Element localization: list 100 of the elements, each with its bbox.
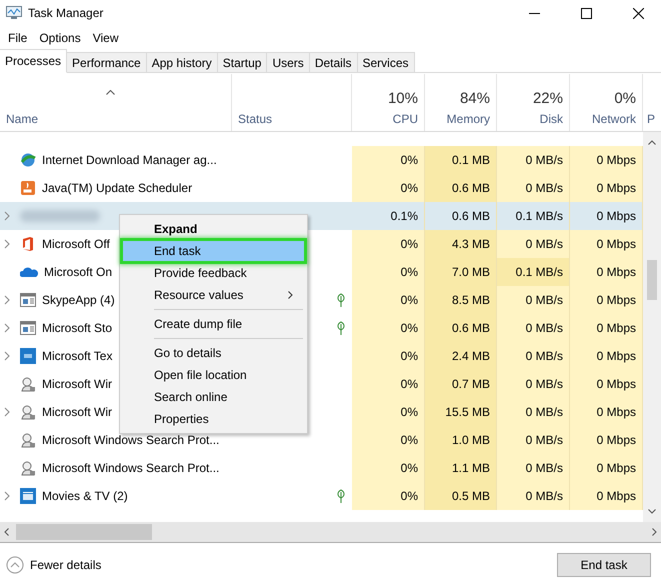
scrollbar-thumb[interactable] (16, 524, 152, 540)
table-cell: 0 MB/s (497, 342, 570, 370)
collapse-circle-icon (6, 556, 24, 574)
menu-item[interactable]: Provide feedback (122, 262, 305, 284)
table-cell: 0 MB/s (497, 426, 570, 454)
table-cell: 0 MB/s (497, 174, 570, 202)
menu-item[interactable]: Open file location (122, 364, 305, 386)
scrollbar-thumb[interactable] (647, 260, 657, 300)
column-header[interactable]: Name (0, 74, 232, 131)
column-header[interactable]: 22% Disk (497, 74, 570, 131)
column-header[interactable]: 10% CPU (352, 74, 425, 131)
table-cell: 0 MB/s (497, 230, 570, 258)
column-header[interactable]: 0% Network (570, 74, 643, 131)
table-cell: 0.5 MB (425, 482, 497, 510)
minimize-icon[interactable] (528, 12, 540, 14)
table-cell: 0 Mbps (570, 230, 643, 258)
process-name: Microsoft Tex (42, 349, 112, 363)
process-name: Microsoft Windows Search Prot... (42, 433, 220, 447)
globe-icon (20, 152, 36, 168)
scroll-up-icon[interactable] (648, 140, 656, 145)
table-cell: 0 MB/s (497, 454, 570, 482)
menu-item[interactable]: Create dump file (122, 313, 305, 335)
expand-chevron-icon[interactable] (4, 323, 10, 333)
tile-icon (20, 348, 36, 364)
table-cell: 0 Mbps (570, 370, 643, 398)
table-cell: 0% (352, 286, 425, 314)
office-icon (20, 236, 36, 252)
menu-item[interactable]: Properties (122, 408, 305, 430)
window-icon (20, 293, 36, 307)
scroll-down-icon[interactable] (648, 509, 656, 514)
tab[interactable]: Processes (0, 49, 68, 73)
leaf-icon (336, 489, 346, 503)
table-cell: 0% (352, 482, 425, 510)
table-cell: 0.6 MB (425, 314, 497, 342)
maximize-icon[interactable] (580, 8, 592, 18)
expand-chevron-icon[interactable] (4, 407, 10, 417)
table-cell: 0 Mbps (570, 286, 643, 314)
table-cell: 0 MB/s (497, 146, 570, 174)
usage-percent: 0% (614, 90, 636, 107)
scroll-right-icon[interactable] (652, 528, 657, 536)
tab[interactable]: Details (308, 52, 358, 72)
tab[interactable]: Users (266, 52, 310, 72)
column-label: P (646, 112, 655, 126)
table-cell: 15.5 MB (425, 398, 497, 426)
sort-caret-icon (106, 90, 115, 95)
menu-item[interactable]: Options (33, 31, 87, 45)
table-cell: 0.6 MB (425, 174, 497, 202)
column-label: Disk (540, 112, 563, 126)
tab[interactable]: Services (356, 52, 415, 72)
expand-chevron-icon[interactable] (4, 211, 10, 221)
table-cell: 8.5 MB (425, 286, 497, 314)
column-header[interactable]: Status (232, 74, 352, 131)
expand-chevron-icon[interactable] (4, 491, 10, 501)
menu-item[interactable]: Expand (122, 218, 305, 240)
column-label: Status (238, 112, 272, 126)
table-cell: 0% (352, 258, 425, 286)
close-icon[interactable] (632, 8, 644, 18)
menu-item[interactable]: View (86, 31, 124, 45)
table-cell: 0% (352, 398, 425, 426)
table-cell: 0% (352, 314, 425, 342)
tab[interactable]: Performance (66, 52, 147, 72)
table-cell: 4.3 MB (425, 230, 497, 258)
person-magnifier-icon (20, 460, 36, 476)
process-name: Internet Download Manager ag... (42, 153, 217, 167)
tab[interactable]: Startup (216, 52, 268, 72)
column-header[interactable]: P (643, 74, 661, 131)
table-cell: 0 Mbps (570, 342, 643, 370)
leaf-icon (336, 321, 346, 335)
process-name: Microsoft Sto (42, 321, 112, 335)
menu-item[interactable]: Resource values (122, 284, 305, 306)
table-cell: 0 MB/s (497, 370, 570, 398)
table-cell: 0 Mbps (570, 146, 643, 174)
usage-percent: 84% (460, 90, 490, 107)
menu-item[interactable]: Search online (122, 386, 305, 408)
expand-chevron-icon[interactable] (4, 295, 10, 305)
column-header[interactable]: 84% Memory (425, 74, 497, 131)
process-name: SkypeApp (4) (42, 293, 115, 307)
usage-percent: 10% (388, 90, 418, 107)
table-cell: 0.1 MB/s (497, 258, 570, 286)
table-cell: 0% (352, 426, 425, 454)
table-cell: 0% (352, 174, 425, 202)
menu-item[interactable]: End task (122, 240, 305, 262)
menu-item[interactable]: Go to details (122, 342, 305, 364)
window-icon (20, 321, 36, 335)
table-cell: 0 Mbps (570, 258, 643, 286)
table-cell: 2.4 MB (425, 342, 497, 370)
end-task-button[interactable]: End task (557, 552, 651, 576)
table-cell: 0 Mbps (570, 398, 643, 426)
scroll-left-icon[interactable] (4, 528, 9, 536)
expand-chevron-icon[interactable] (4, 351, 10, 361)
table-cell: 0 Mbps (570, 314, 643, 342)
menu-item[interactable]: File (2, 31, 34, 45)
cup-icon (20, 180, 36, 196)
tab[interactable]: App history (146, 52, 218, 72)
table-cell: 0% (352, 454, 425, 482)
table-cell: 0 Mbps (570, 174, 643, 202)
expand-chevron-icon[interactable] (4, 239, 10, 249)
process-name: Microsoft Off (42, 237, 110, 251)
table-cell: 0 MB/s (497, 314, 570, 342)
fewer-details-link[interactable]: Fewer details (6, 556, 102, 574)
